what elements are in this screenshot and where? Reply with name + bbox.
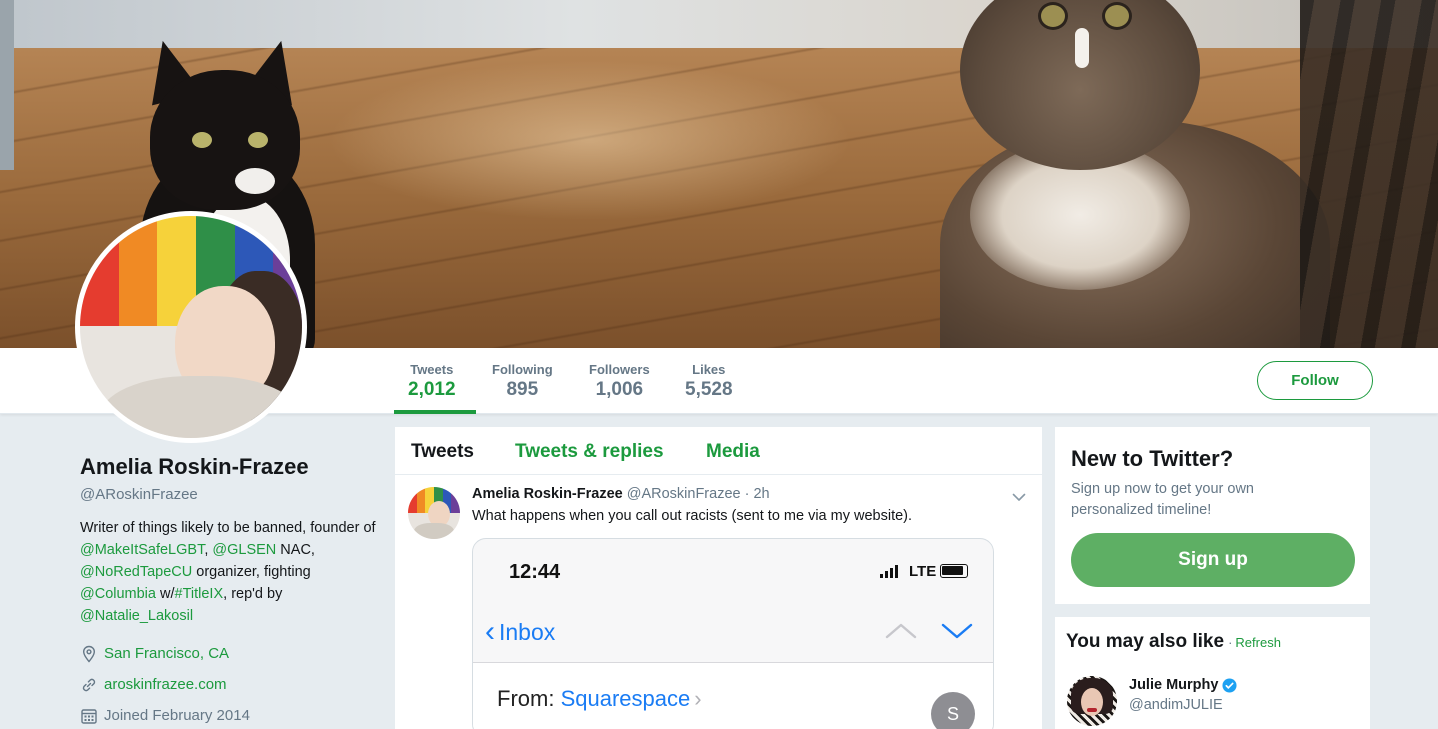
bio-mention-glsen[interactable]: @GLSEN — [212, 542, 276, 558]
location-pin-icon — [82, 645, 96, 663]
profile-joined: Joined February 2014 — [80, 705, 380, 726]
calendar-icon — [81, 708, 97, 724]
stat-label: Followers — [589, 362, 650, 377]
phone-sender: Squarespace — [560, 686, 691, 711]
phone-sender-avatar: S — [931, 692, 975, 729]
joined-date: Joined February 2014 — [104, 707, 250, 724]
signup-subtitle: Sign up now to get your own personalized… — [1071, 481, 1254, 518]
verified-badge-icon — [1222, 677, 1237, 693]
chevron-down-icon — [941, 623, 973, 639]
bio-mention-noredtapecu[interactable]: @NoRedTapeCU — [80, 564, 192, 580]
tweet-author-name[interactable]: Amelia Roskin-Frazee — [472, 486, 623, 502]
signal-bars-icon — [880, 564, 898, 578]
suggested-user-name[interactable]: Julie Murphy — [1129, 677, 1237, 693]
bio-text: NAC, — [276, 542, 315, 558]
stat-followers[interactable]: Followers 1,006 — [589, 362, 650, 401]
tweet-media-image[interactable]: 12:44 LTE ‹ Inbox From: Squarespace › S — [472, 538, 994, 729]
signup-title: New to Twitter? — [1071, 446, 1234, 471]
profile-avatar[interactable] — [75, 211, 307, 443]
phone-from-label: From: — [497, 686, 555, 711]
phone-from-line: From: Squarespace › — [497, 686, 702, 712]
stat-tweets[interactable]: Tweets 2,012 — [408, 362, 456, 401]
tweet-text: What happens when you call out racists (… — [472, 508, 913, 524]
profile-info: Amelia Roskin-Frazee @ARoskinFrazee Writ… — [80, 454, 380, 726]
bio-hashtag-titleix[interactable]: #TitleIX — [175, 586, 224, 602]
timeline-tabs: Tweets Tweets & replies Media — [395, 427, 1042, 475]
profile-handle: @ARoskinFrazee — [80, 486, 198, 503]
bio-mention-natalie-lakosil[interactable]: @Natalie_Lakosil — [80, 608, 193, 624]
link-icon — [82, 678, 96, 691]
chevron-right-icon: › — [694, 686, 702, 711]
bio-mention-columbia[interactable]: @Columbia — [80, 586, 156, 602]
suggestions-card: You may also like · Refresh Julie Murphy @… — [1055, 617, 1370, 729]
refresh-link[interactable]: Refresh — [1235, 635, 1281, 650]
profile-name: Amelia Roskin-Frazee — [80, 454, 309, 479]
banner-tabby-cat — [930, 0, 1330, 348]
phone-time: 12:44 — [509, 561, 561, 583]
phone-inbox-label: Inbox — [499, 618, 556, 645]
bio-text: , rep'd by — [223, 586, 283, 602]
chevron-down-icon[interactable] — [1011, 489, 1027, 505]
suggestions-title: You may also like · Refresh — [1066, 631, 1281, 653]
tweet-timestamp[interactable]: · 2h — [745, 486, 770, 502]
stat-value: 1,006 — [595, 379, 644, 400]
active-stat-underline — [394, 410, 476, 414]
tweet-header: Amelia Roskin-Frazee @ARoskinFrazee · 2h — [472, 486, 770, 502]
signup-card: New to Twitter? Sign up now to get your … — [1055, 427, 1370, 604]
bio-text: organizer, fighting — [192, 564, 311, 580]
suggested-user-handle: @andimJULIE — [1129, 697, 1223, 713]
separator: · — [1228, 635, 1233, 650]
suggested-user-avatar[interactable] — [1067, 676, 1117, 726]
website-link[interactable]: aroskinfrazee.com — [104, 676, 227, 693]
phone-network: LTE — [909, 563, 937, 580]
profile-location: San Francisco, CA — [80, 643, 380, 664]
stat-label: Likes — [692, 362, 726, 377]
bio-text: w/ — [155, 586, 175, 602]
location-link[interactable]: San Francisco, CA — [104, 645, 229, 662]
stat-label: Tweets — [410, 362, 454, 377]
suggested-user-name-text: Julie Murphy — [1129, 677, 1219, 693]
bio-text: Writer of things likely to be banned, fo… — [80, 520, 376, 536]
tweet-avatar[interactable] — [408, 487, 460, 539]
stat-following[interactable]: Following 895 — [492, 362, 553, 401]
stat-value: 2,012 — [408, 379, 456, 400]
profile-website: aroskinfrazee.com — [80, 674, 380, 695]
tab-media[interactable]: Media — [706, 441, 760, 463]
tweet-author-handle[interactable]: @ARoskinFrazee — [627, 486, 741, 502]
stat-value: 5,528 — [685, 379, 733, 400]
tab-tweets[interactable]: Tweets — [411, 441, 474, 463]
bio-mention-makeitsafelgbt[interactable]: @MakeItSafeLGBT — [80, 542, 204, 558]
stat-label: Following — [492, 362, 553, 377]
phone-inbox-back: ‹ Inbox — [485, 615, 555, 649]
battery-icon — [940, 564, 968, 578]
chevron-left-icon: ‹ — [485, 615, 495, 648]
stat-likes[interactable]: Likes 5,528 — [685, 362, 733, 401]
follow-button[interactable]: Follow — [1257, 361, 1373, 400]
profile-bio: Writer of things likely to be banned, fo… — [80, 517, 380, 627]
tab-tweets-replies[interactable]: Tweets & replies — [515, 441, 664, 463]
stat-value: 895 — [506, 379, 539, 400]
chevron-up-icon — [885, 623, 917, 639]
signup-button[interactable]: Sign up — [1071, 533, 1355, 587]
suggestions-heading: You may also like — [1066, 631, 1225, 652]
